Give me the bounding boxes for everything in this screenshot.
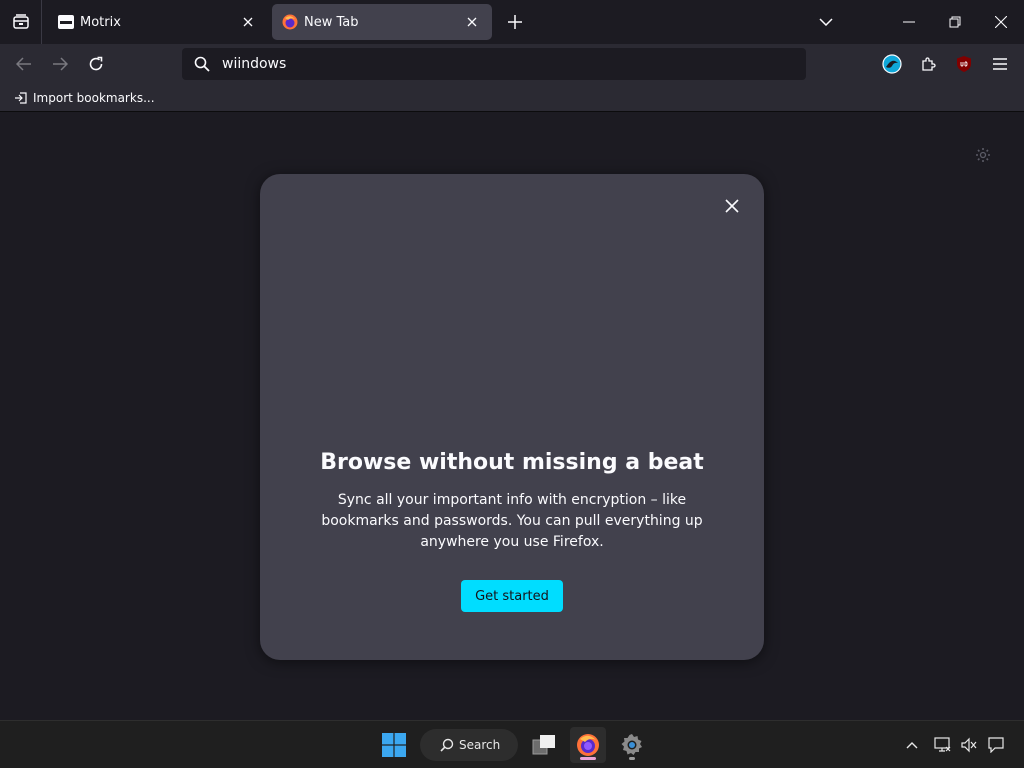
ublock-icon <box>957 56 971 72</box>
sync-onboarding-dialog: Browse without missing a beat Sync all y… <box>260 174 764 660</box>
tab-motrix[interactable]: Motrix <box>48 4 268 40</box>
start-button[interactable] <box>376 727 412 763</box>
windows-taskbar: Search <box>0 720 1024 768</box>
puzzle-icon <box>922 57 936 71</box>
list-all-tabs-button[interactable] <box>812 8 840 36</box>
ublock-button[interactable] <box>948 48 980 80</box>
import-bookmarks-button[interactable]: Import bookmarks... <box>10 88 159 108</box>
taskbar-search[interactable]: Search <box>420 729 518 761</box>
minimize-button[interactable] <box>886 0 932 44</box>
task-view-button[interactable] <box>526 727 562 763</box>
task-view-icon <box>532 735 555 755</box>
show-hidden-icons-button[interactable] <box>900 733 924 757</box>
volume-muted-icon <box>961 737 977 753</box>
tab-close-icon[interactable] <box>462 12 482 32</box>
running-indicator <box>580 757 596 760</box>
extensions-button[interactable] <box>912 48 944 80</box>
tab-label: Motrix <box>80 14 121 30</box>
personalize-settings-button[interactable] <box>972 144 994 166</box>
motrix-icon <box>58 14 74 30</box>
navigation-toolbar <box>0 44 1024 84</box>
running-indicator <box>629 757 635 760</box>
import-icon <box>14 91 28 105</box>
new-tab-button[interactable] <box>502 8 528 36</box>
restore-button[interactable] <box>932 0 978 44</box>
windows-logo-icon <box>382 733 406 757</box>
search-icon <box>182 56 222 72</box>
chevron-down-icon <box>819 18 833 26</box>
minimize-icon <box>903 21 915 23</box>
reload-button[interactable] <box>80 48 112 80</box>
taskbar-firefox[interactable] <box>570 727 606 763</box>
dialog-description: Sync all your important info with encryp… <box>321 492 703 550</box>
dialog-title: Browse without missing a beat <box>320 450 704 475</box>
url-bar[interactable] <box>182 48 806 80</box>
get-started-button[interactable]: Get started <box>461 580 563 612</box>
reload-icon <box>89 56 103 71</box>
hamburger-menu-icon <box>993 58 1007 70</box>
back-button[interactable] <box>8 48 40 80</box>
search-icon <box>440 738 454 752</box>
taskbar-search-label: Search <box>459 738 501 752</box>
arrow-left-icon <box>16 57 31 71</box>
tab-strip: Motrix New Tab <box>0 0 1024 44</box>
firefox-view-icon <box>12 14 29 29</box>
network-icon <box>934 737 951 752</box>
chevron-up-icon <box>906 742 918 749</box>
tab-label: New Tab <box>304 14 359 30</box>
import-bookmarks-label: Import bookmarks... <box>33 91 155 105</box>
taskbar-settings[interactable] <box>614 727 650 763</box>
new-tab-page: Browse without missing a beat Sync all y… <box>0 113 1024 720</box>
url-input[interactable] <box>222 56 782 72</box>
notifications-button[interactable] <box>984 733 1008 757</box>
network-status[interactable] <box>931 733 955 757</box>
close-window-button[interactable] <box>978 0 1024 44</box>
firefox-icon <box>577 734 599 756</box>
tab-new-tab[interactable]: New Tab <box>272 4 492 40</box>
gear-icon <box>976 148 990 162</box>
volume-status[interactable] <box>957 733 981 757</box>
account-icon <box>882 54 902 74</box>
plus-icon <box>508 15 522 29</box>
bookmarks-toolbar: Import bookmarks... <box>0 84 1024 112</box>
dialog-close-button[interactable] <box>720 194 744 218</box>
tab-close-icon[interactable] <box>238 12 258 32</box>
firefox-icon <box>282 14 298 30</box>
menu-button[interactable] <box>984 48 1016 80</box>
account-button[interactable] <box>876 48 908 80</box>
forward-button[interactable] <box>44 48 76 80</box>
close-icon <box>995 16 1007 28</box>
close-icon <box>725 199 739 213</box>
settings-gear-icon <box>621 734 642 755</box>
firefox-view-button[interactable] <box>0 0 42 44</box>
notification-icon <box>988 737 1004 753</box>
restore-icon <box>949 16 961 28</box>
arrow-right-icon <box>53 57 68 71</box>
